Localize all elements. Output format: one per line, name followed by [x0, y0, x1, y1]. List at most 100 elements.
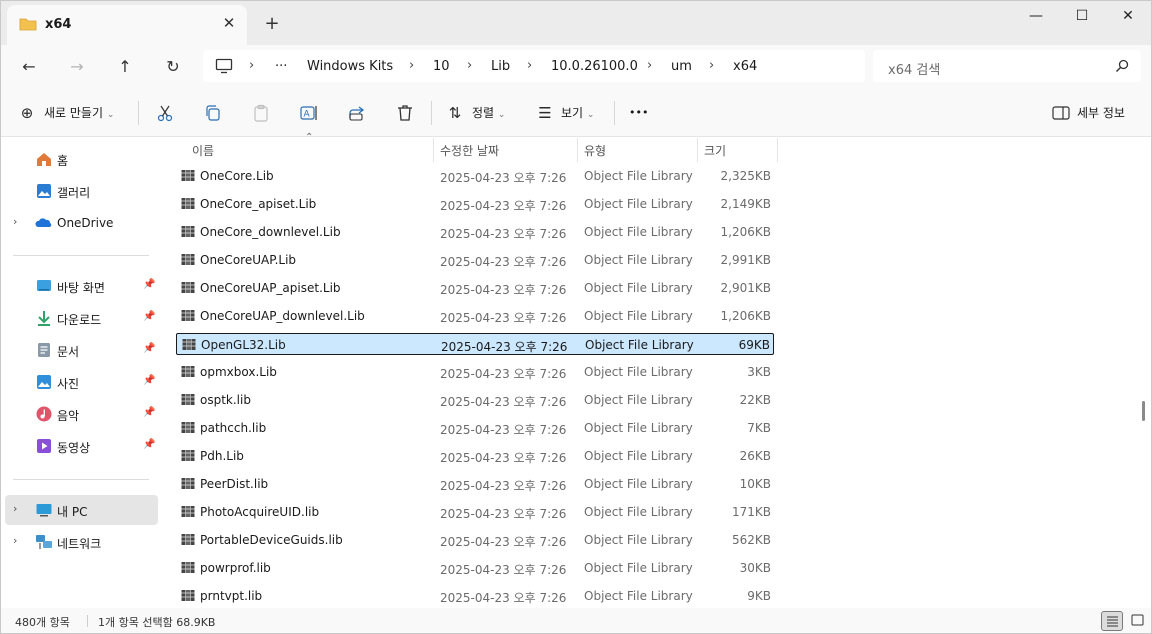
more-options-button[interactable]: •••: [629, 101, 648, 125]
pin-icon[interactable]: 📌: [143, 439, 155, 450]
tab-close-icon[interactable]: ✕: [219, 13, 239, 33]
file-name: OneCore.Lib: [200, 169, 274, 183]
file-name: OneCoreUAP_apiset.Lib: [200, 281, 341, 295]
file-row[interactable]: PeerDist.lib 2025-04-23 오후 7:26 Object Fil…: [176, 473, 774, 495]
this-pc-icon: [36, 504, 52, 517]
sidebar-item-home[interactable]: 홈: [5, 144, 158, 174]
column-divider[interactable]: [777, 138, 778, 162]
details-view-button[interactable]: [1101, 611, 1123, 631]
breadcrumb-version[interactable]: 10.0.26100.0: [551, 59, 638, 74]
library-file-icon: [181, 533, 195, 546]
chevron-right-icon[interactable]: ›: [13, 534, 17, 547]
column-header-date[interactable]: 수정한 날짜: [440, 142, 499, 159]
up-button[interactable]: ↑: [111, 53, 139, 81]
status-divider: [87, 615, 88, 627]
vertical-scrollbar[interactable]: [1142, 401, 1145, 421]
videos-icon: [37, 439, 51, 453]
sidebar-item-music[interactable]: 음악 📌: [5, 399, 158, 429]
maximize-button[interactable]: ☐: [1059, 1, 1105, 33]
file-type: Object File Library: [584, 393, 693, 407]
refresh-button[interactable]: ↻: [159, 53, 187, 81]
copy-icon[interactable]: [203, 103, 223, 123]
sidebar-item-gallery[interactable]: 갤러리: [5, 176, 158, 206]
breadcrumb-10[interactable]: 10: [433, 59, 450, 74]
file-date: 2025-04-23 오후 7:26: [440, 563, 567, 577]
breadcrumb-lib[interactable]: Lib: [491, 59, 510, 74]
file-row[interactable]: OneCore_downlevel.Lib 2025-04-23 오후 7:26 O…: [176, 221, 774, 243]
pin-icon[interactable]: 📌: [143, 279, 155, 290]
file-row[interactable]: osptk.lib 2025-04-23 오후 7:26 Object File L…: [176, 389, 774, 411]
pin-icon[interactable]: 📌: [143, 375, 155, 386]
file-row[interactable]: PhotoAcquireUID.lib 2025-04-23 오후 7:26 Obj…: [176, 501, 774, 523]
file-name: osptk.lib: [200, 393, 251, 407]
sidebar-item-desktop[interactable]: 바탕 화면 📌: [5, 271, 158, 301]
view-button[interactable]: 보기 ⌄: [561, 101, 594, 125]
pin-icon[interactable]: 📌: [143, 407, 155, 418]
close-window-button[interactable]: ✕: [1105, 1, 1151, 33]
tab-x64[interactable]: x64 ✕: [7, 5, 247, 45]
file-row[interactable]: PortableDeviceGuids.lib 2025-04-23 오후 7:2…: [176, 529, 774, 551]
sidebar-item-videos[interactable]: 동영상 📌: [5, 431, 158, 461]
file-row[interactable]: OpenGL32.Lib 2025-04-23 오후 7:26 Object Fil…: [176, 333, 774, 355]
file-row[interactable]: OneCoreUAP_downlevel.Lib 2025-04-23 오후 7:…: [176, 305, 774, 327]
library-file-icon: [181, 421, 195, 434]
cut-icon[interactable]: [155, 103, 175, 123]
minimize-button[interactable]: —: [1013, 1, 1059, 33]
sidebar-item-this-pc[interactable]: › 내 PC: [5, 495, 158, 525]
chevron-right-icon[interactable]: ›: [13, 215, 17, 228]
file-row[interactable]: pathcch.lib 2025-04-23 오후 7:26 Object File…: [176, 417, 774, 439]
column-header-size[interactable]: 크기: [704, 142, 726, 159]
pin-icon[interactable]: 📌: [143, 343, 155, 354]
new-tab-button[interactable]: +: [261, 13, 283, 35]
file-row[interactable]: powrprof.lib 2025-04-23 오후 7:26 Object Fil…: [176, 557, 774, 579]
breadcrumb-x64[interactable]: x64: [733, 59, 757, 74]
breadcrumb-overflow[interactable]: ···: [275, 59, 287, 74]
breadcrumb-separator-icon: ›: [709, 58, 715, 73]
column-divider[interactable]: [433, 138, 434, 162]
file-row[interactable]: OneCoreUAP_apiset.Lib 2025-04-23 오후 7:26 O…: [176, 277, 774, 299]
column-divider[interactable]: [577, 138, 578, 162]
chevron-right-icon[interactable]: ›: [13, 502, 17, 515]
file-type: Object File Library: [584, 365, 693, 379]
sidebar-item-pictures[interactable]: 사진 📌: [5, 367, 158, 397]
file-row[interactable]: prntvpt.lib 2025-04-23 오후 7:26 Object File…: [176, 585, 774, 607]
file-type: Object File Library: [584, 309, 693, 323]
file-name: PhotoAcquireUID.lib: [200, 505, 320, 519]
file-row[interactable]: OneCore_apiset.Lib 2025-04-23 오후 7:26 Obje…: [176, 193, 774, 215]
file-row[interactable]: OneCoreUAP.Lib 2025-04-23 오후 7:26 Object F…: [176, 249, 774, 271]
sidebar-item-onedrive[interactable]: › OneDrive: [5, 208, 158, 238]
share-icon[interactable]: [347, 103, 367, 123]
file-row[interactable]: opmxbox.Lib 2025-04-23 오후 7:26 Object File…: [176, 361, 774, 383]
column-divider[interactable]: [697, 138, 698, 162]
new-button[interactable]: 새로 만들기 ⌄: [44, 101, 114, 125]
sidebar-item-network[interactable]: › 네트워크: [5, 527, 158, 557]
search-box[interactable]: x64 검색: [873, 50, 1141, 82]
file-name: OneCore_downlevel.Lib: [200, 225, 341, 239]
column-header-type[interactable]: 유형: [584, 142, 606, 159]
back-button[interactable]: ←: [15, 53, 43, 81]
title-bar: x64 ✕ + — ☐ ✕: [1, 1, 1151, 45]
details-button[interactable]: 세부 정보: [1077, 101, 1125, 125]
rename-icon[interactable]: A: [299, 103, 319, 123]
column-header-name[interactable]: 이름: [192, 142, 214, 159]
file-row[interactable]: Pdh.Lib 2025-04-23 오후 7:26 Object File Lib…: [176, 445, 774, 467]
sidebar-item-documents[interactable]: 문서 📌: [5, 335, 158, 365]
paste-icon[interactable]: [251, 103, 271, 123]
file-type: Object File Library: [584, 449, 693, 463]
file-date: 2025-04-23 오후 7:26: [440, 507, 567, 521]
file-date: 2025-04-23 오후 7:26: [440, 535, 567, 549]
sort-button[interactable]: 정렬 ⌄: [472, 101, 505, 125]
breadcrumb-um[interactable]: um: [671, 59, 692, 74]
file-date: 2025-04-23 오후 7:26: [440, 255, 567, 269]
breadcrumb-windows-kits[interactable]: Windows Kits: [307, 59, 393, 74]
sidebar-item-label: 음악: [57, 409, 80, 423]
forward-button[interactable]: →: [63, 53, 91, 81]
file-row[interactable]: OneCore.Lib 2025-04-23 오후 7:26 Object File…: [176, 165, 774, 187]
sidebar-item-downloads[interactable]: 다운로드 📌: [5, 303, 158, 333]
tiles-view-button[interactable]: [1127, 611, 1149, 631]
chevron-down-icon: ⌄: [106, 110, 115, 120]
delete-icon[interactable]: [395, 103, 415, 123]
address-bar[interactable]: › ··· Windows Kits › 10 › Lib › 10.0.261…: [203, 50, 865, 82]
pin-icon[interactable]: 📌: [143, 311, 155, 322]
search-input[interactable]: x64 검색: [888, 59, 940, 78]
